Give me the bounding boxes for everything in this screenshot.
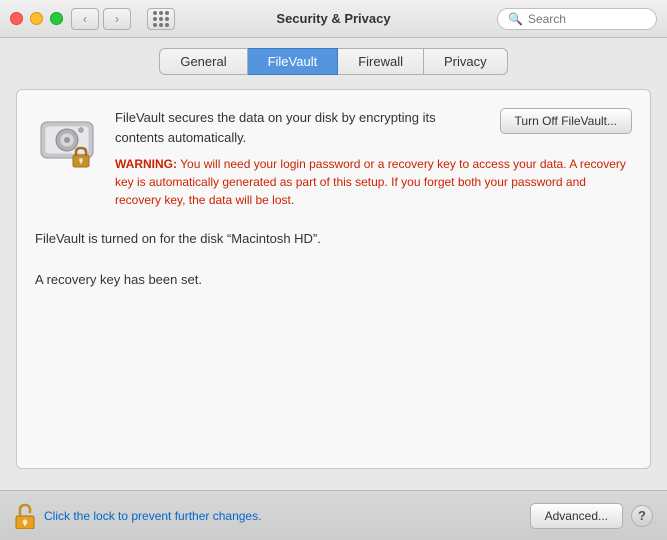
grid-icon — [153, 11, 169, 27]
bottom-bar: Click the lock to prevent further change… — [0, 490, 667, 540]
window-controls — [10, 12, 63, 25]
search-input[interactable] — [528, 12, 648, 26]
search-icon: 🔍 — [508, 12, 523, 26]
lock-section: Click the lock to prevent further change… — [14, 503, 261, 529]
turn-off-filevault-button[interactable]: Turn Off FileVault... — [500, 108, 632, 134]
tab-firewall[interactable]: Firewall — [338, 48, 424, 75]
filevault-icon — [35, 108, 99, 172]
bottom-right: Advanced... ? — [530, 503, 653, 529]
forward-button[interactable]: › — [103, 8, 131, 30]
filevault-header: FileVault secures the data on your disk … — [35, 108, 632, 209]
filevault-status-line2: A recovery key has been set. — [35, 270, 632, 291]
tab-privacy[interactable]: Privacy — [424, 48, 508, 75]
tab-bar: General FileVault Firewall Privacy — [16, 48, 651, 75]
warning-label: WARNING: — [115, 157, 177, 171]
padlock-icon[interactable] — [14, 503, 36, 529]
warning-body: You will need your login password or a r… — [115, 157, 626, 207]
maximize-button[interactable] — [50, 12, 63, 25]
back-button[interactable]: ‹ — [71, 8, 99, 30]
filevault-description: FileVault secures the data on your disk … — [115, 108, 488, 147]
warning-text: WARNING: You will need your login passwo… — [115, 155, 632, 209]
help-button[interactable]: ? — [631, 505, 653, 527]
tab-filevault[interactable]: FileVault — [248, 48, 339, 75]
titlebar: ‹ › Security & Privacy 🔍 — [0, 0, 667, 38]
nav-buttons: ‹ › — [71, 8, 131, 30]
grid-button[interactable] — [147, 8, 175, 30]
close-button[interactable] — [10, 12, 23, 25]
lock-text[interactable]: Click the lock to prevent further change… — [44, 509, 261, 523]
filevault-panel: FileVault secures the data on your disk … — [16, 89, 651, 469]
filevault-title-row: FileVault secures the data on your disk … — [115, 108, 632, 147]
main-content: General FileVault Firewall Privacy — [0, 38, 667, 479]
minimize-button[interactable] — [30, 12, 43, 25]
search-box[interactable]: 🔍 — [497, 8, 657, 30]
tab-general[interactable]: General — [159, 48, 247, 75]
window-title: Security & Privacy — [276, 11, 390, 26]
filevault-info: FileVault secures the data on your disk … — [115, 108, 632, 209]
advanced-button[interactable]: Advanced... — [530, 503, 623, 529]
filevault-status-line1: FileVault is turned on for the disk “Mac… — [35, 229, 632, 250]
